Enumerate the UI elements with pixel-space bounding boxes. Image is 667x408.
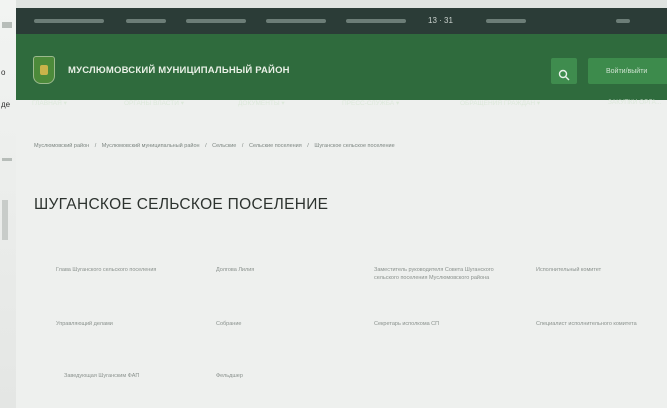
breadcrumb-separator: / [205,143,207,149]
background-text-fragment: o [1,68,6,77]
monitor-screen: 13 · 31 МУСЛЮМОВСКИЙ МУНИЦИПАЛЬНЫЙ РАЙОН… [16,8,667,408]
nav-item-authorities[interactable]: Органы власти ▾ [124,99,184,107]
topbar-link[interactable] [266,19,326,23]
nav-item-home[interactable]: Главная ▾ [32,99,67,107]
background-icon [2,22,12,28]
nav-item-documents[interactable]: Документы ▾ [238,99,285,107]
lion-emblem-icon [40,65,48,75]
official-title: Заместитель руководителя Совета Шуганско… [374,267,494,281]
site-header: МУСЛЮМОВСКИЙ МУНИЦИПАЛЬНЫЙ РАЙОН Войти/в… [16,34,667,107]
page-title: ШУГАНСКОЕ СЕЛЬСКОЕ ПОСЕЛЕНИЕ [34,196,329,213]
topbar-link[interactable] [34,19,104,23]
background-icon [2,158,12,161]
breadcrumb-link[interactable]: Муслюмовский район [34,143,89,149]
official-name[interactable]: Собрание [216,320,306,328]
left-background-strip: o де [0,0,16,408]
main-navigation: Главная ▾ Органы власти ▾ Документы ▾ Пр… [16,97,667,113]
official-title: Секретарь исполкома СП [374,321,440,327]
breadcrumb-link[interactable]: Сельские [212,143,236,149]
breadcrumb-link[interactable]: Сельские поселения [249,143,302,149]
coat-of-arms-icon[interactable] [33,56,55,84]
background-bar [2,200,8,240]
breadcrumb-separator: / [307,143,309,149]
official-name[interactable]: Фельдшер [216,372,306,380]
official-name[interactable]: Долгова Лилия [216,266,306,274]
breadcrumb: Муслюмовский район / Муслюмовский муници… [34,143,634,153]
site-title[interactable]: МУСЛЮМОВСКИЙ МУНИЦИПАЛЬНЫЙ РАЙОН [68,65,290,76]
browser-top-bar: 13 · 31 [16,8,667,34]
official-name[interactable]: Специалист исполнительного комитета [536,320,661,328]
breadcrumb-separator: / [241,143,244,149]
background-text-fragment: де [1,100,11,109]
search-icon [558,69,570,80]
official-title: Заведующая Шуганским ФАП [64,373,140,379]
breadcrumb-current: Шуганское сельское поселение [314,143,395,149]
login-button[interactable]: Войти/выйти [588,58,667,84]
breadcrumb-separator: / [94,143,97,149]
topbar-link[interactable] [126,19,166,23]
nav-item-press[interactable]: Пресс-служба ▾ [342,99,399,107]
language-switch[interactable] [616,19,630,23]
official-title: Глава Шуганского сельского поселения [56,267,157,273]
breadcrumb-link[interactable]: Муслюмовский муниципальный район [102,143,200,149]
topbar-link[interactable] [186,19,246,23]
nav-item-appeals[interactable]: Обращения граждан ▾ [460,99,540,107]
official-name[interactable]: Исполнительный комитет [536,266,656,274]
official-title: Управляющий делами [56,321,113,327]
topbar-link[interactable] [486,19,526,23]
nav-item-procurement[interactable]: Закупки орга... [608,99,661,106]
search-button[interactable] [551,58,577,84]
weather-readout: 13 · 31 [428,16,453,25]
topbar-link[interactable] [346,19,406,23]
